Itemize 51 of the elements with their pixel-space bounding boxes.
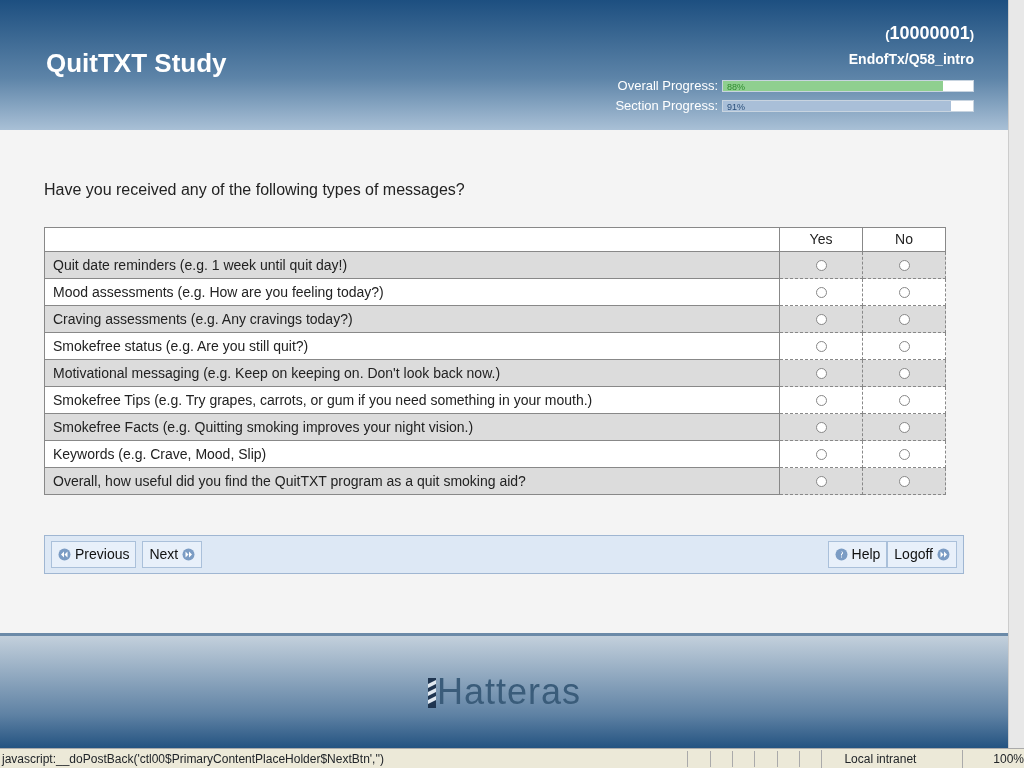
scrollbar[interactable] — [1008, 0, 1024, 748]
radio-button[interactable] — [898, 260, 910, 272]
radio-button[interactable] — [898, 449, 910, 461]
radio-button[interactable] — [898, 476, 910, 488]
row-label: Smokefree Tips (e.g. Try grapes, carrots, or gum if you need something in your mouth.) — [44, 386, 780, 414]
lighthouse-icon — [426, 676, 437, 708]
nav-button[interactable]: Next — [142, 541, 203, 568]
column-header: No — [862, 227, 946, 252]
row-label: Craving assessments (e.g. Any cravings today?) — [44, 305, 780, 333]
page-code: EndofTx/Q58_intro — [847, 50, 974, 69]
radio-button[interactable] — [898, 368, 910, 380]
nav-button[interactable]: Logoff — [887, 541, 957, 568]
progress-label: Overall Progress: — [617, 77, 718, 96]
row-label: Motivational messaging (e.g. Keep on keeping on. Don't look back now.) — [44, 359, 780, 387]
radio-button[interactable] — [815, 314, 827, 326]
radio-button[interactable] — [815, 449, 827, 461]
radio-button[interactable] — [815, 260, 827, 272]
row-label: Smokefree Facts (e.g. Quitting smoking improves your night vision.) — [44, 413, 780, 441]
progress-label: Section Progress: — [615, 97, 718, 116]
radio-button[interactable] — [815, 476, 827, 488]
radio-button[interactable] — [898, 395, 910, 407]
radio-button[interactable] — [898, 287, 910, 299]
radio-button[interactable] — [815, 287, 827, 299]
nav-button[interactable]: Previous — [51, 541, 137, 568]
row-label: Overall, how useful did you find the QuitTXT program as a quit smoking aid? — [44, 467, 780, 495]
fast-forward-icon — [937, 548, 950, 561]
nav-button[interactable]: Help — [827, 541, 888, 568]
row-label: Mood assessments (e.g. How are you feeling today?) — [44, 278, 780, 306]
progress-reading: 91% — [727, 101, 745, 113]
radio-button[interactable] — [815, 422, 827, 434]
row-label: Keywords (e.g. Crave, Mood, Slip) — [44, 440, 780, 468]
participant-id: (10000001) — [884, 22, 974, 45]
hatteras-logo: Hatteras — [436, 670, 582, 714]
row-label: Quit date reminders (e.g. 1 week until quit day!) — [44, 251, 780, 279]
radio-button[interactable] — [898, 422, 910, 434]
row-label: Smokefree status (e.g. Are you still quit?) — [44, 332, 780, 360]
question-text: Have you received any of the following types of messages? — [44, 180, 466, 200]
radio-button[interactable] — [898, 314, 910, 326]
progress-reading: 88% — [727, 81, 745, 93]
status-text: javascript:__doPostBack('ctl00$PrimaryContentPlaceHolder$NextBtn','') — [0, 750, 385, 768]
security-zone: Local intranet — [821, 749, 963, 768]
study-title: QuitTXT Study — [46, 47, 227, 80]
radio-button[interactable] — [815, 341, 827, 353]
radio-button[interactable] — [898, 341, 910, 353]
radio-button[interactable] — [815, 368, 827, 380]
help-icon — [834, 548, 848, 561]
radio-button[interactable] — [815, 395, 827, 407]
rewind-icon — [58, 548, 71, 561]
fast-forward-icon — [182, 548, 196, 561]
column-header: Yes — [779, 227, 863, 252]
zoom-level[interactable]: 100% — [962, 749, 1024, 768]
